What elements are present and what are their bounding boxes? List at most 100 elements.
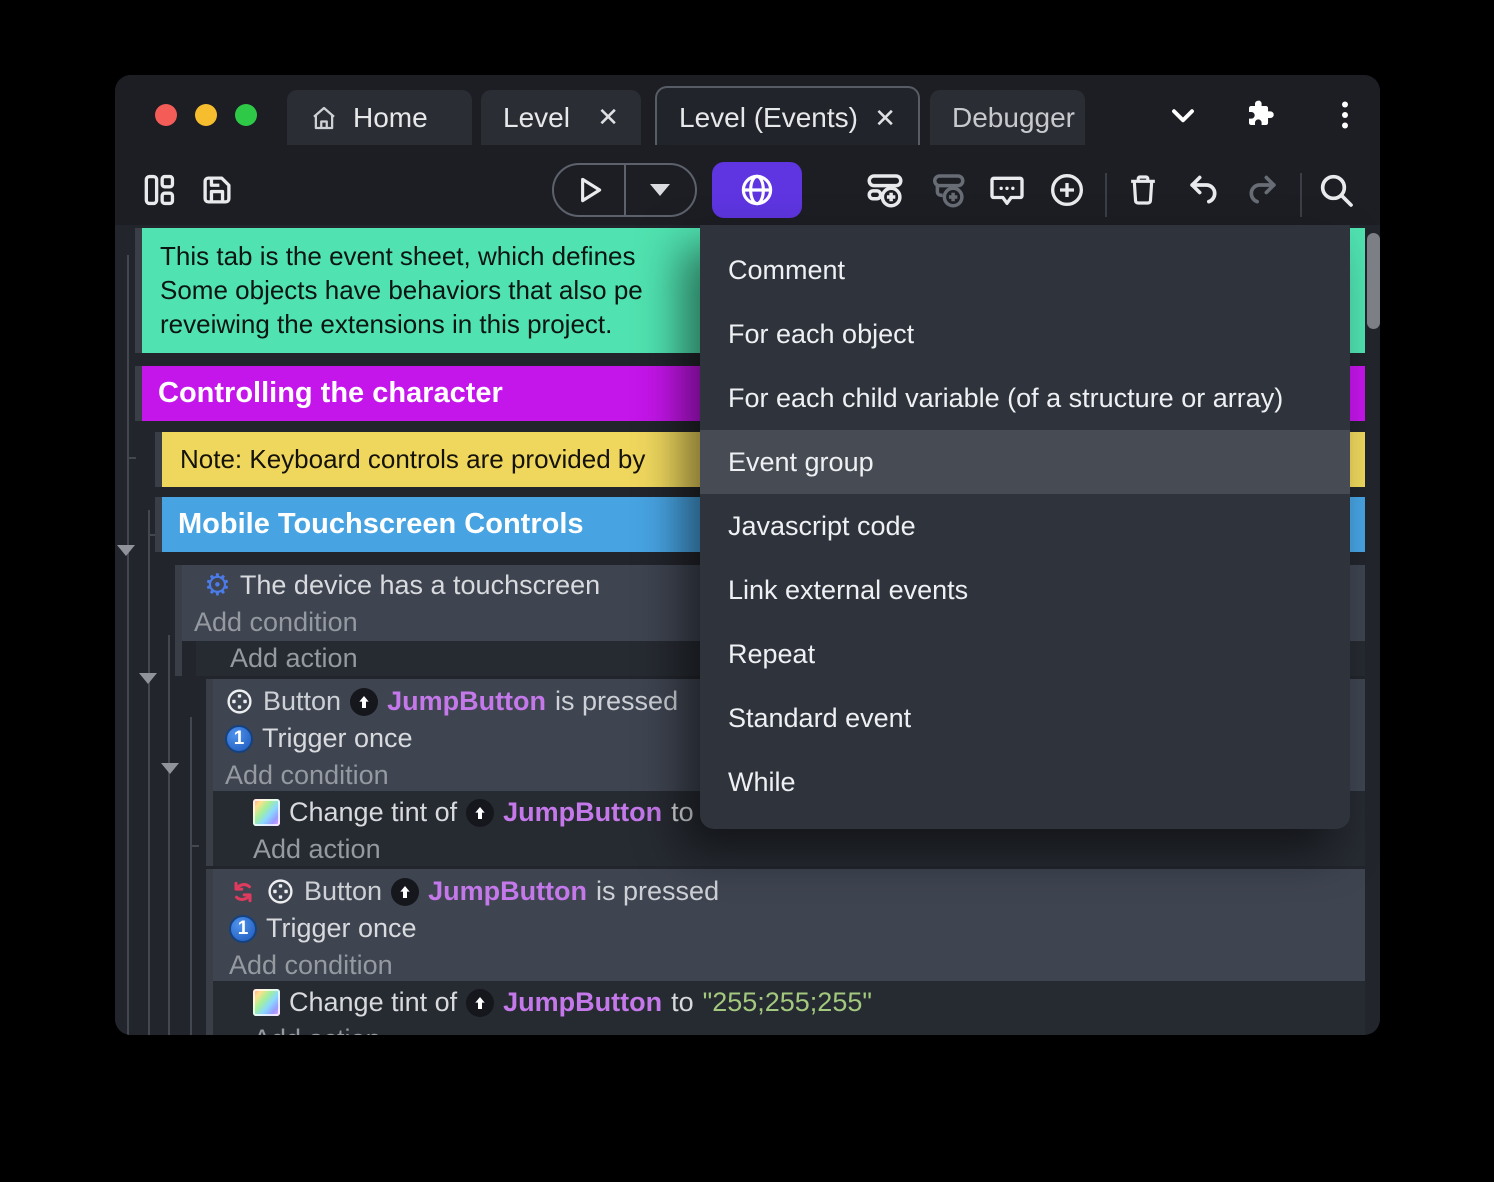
action-text: to [671, 797, 694, 827]
add-event-context-menu: Comment For each object For each child v… [700, 225, 1350, 829]
save-button[interactable] [195, 168, 239, 212]
add-action-link[interactable]: Add action [253, 1024, 381, 1035]
minimize-window-button[interactable] [195, 104, 217, 126]
search-icon [1316, 170, 1356, 210]
note-text: Note: Keyboard controls are provided by [180, 444, 646, 474]
add-condition-link[interactable]: Add condition [229, 950, 393, 981]
tab-debugger[interactable]: Debugger [930, 90, 1085, 145]
more-options-kebab-icon[interactable] [1327, 97, 1363, 133]
comment-bubble-icon [987, 170, 1027, 210]
object-name: JumpButton [387, 686, 547, 716]
condition-text: Button [263, 686, 342, 716]
undo-button[interactable] [1181, 168, 1225, 212]
add-condition-link[interactable]: Add condition [225, 760, 389, 791]
collapse-group-controlling-toggle[interactable] [117, 545, 135, 556]
delete-button[interactable] [1121, 168, 1165, 212]
tint-color-icon [253, 799, 280, 826]
menu-item-for-each-object[interactable]: For each object [700, 302, 1350, 366]
preview-play-button[interactable] [554, 165, 624, 215]
home-icon [309, 103, 339, 133]
caret-down-icon [650, 184, 671, 196]
vertical-scrollbar-thumb[interactable] [1367, 233, 1380, 329]
event-handle[interactable] [155, 497, 162, 552]
event-handle[interactable] [135, 366, 142, 421]
event-handle[interactable] [206, 679, 213, 866]
menu-item-event-group[interactable]: Event group [700, 430, 1350, 494]
condition-text: Trigger once [266, 913, 417, 943]
search-button[interactable] [1314, 168, 1358, 212]
toolbar-divider [1105, 173, 1107, 217]
event-jump2-actions[interactable]: Change tint of JumpButton to "255;255;25… [213, 981, 1365, 1035]
collapse-event-touchscreen-toggle[interactable] [161, 763, 179, 774]
preview-options-dropdown[interactable] [626, 165, 696, 215]
app-window: Home Level ✕ Level (Events) ✕ Debugger T… [115, 75, 1380, 1035]
event-handle[interactable] [135, 228, 142, 353]
group-title: Mobile Touchscreen Controls [178, 508, 584, 540]
close-tab-icon[interactable]: ✕ [597, 102, 619, 133]
add-event-button[interactable] [863, 168, 907, 212]
tree-tick [127, 457, 136, 459]
add-comment-button[interactable] [985, 168, 1029, 212]
add-action-link[interactable]: Add action [230, 643, 358, 674]
object-name: JumpButton [503, 797, 663, 827]
jumpbutton-object-icon [466, 798, 495, 827]
event-handle[interactable] [155, 432, 162, 487]
trigger-once-icon: 1 [229, 914, 257, 943]
tab-level-events[interactable]: Level (Events) ✕ [655, 86, 920, 148]
add-subevent-icon [926, 169, 968, 211]
close-window-button[interactable] [155, 104, 177, 126]
menu-item-comment[interactable]: Comment [700, 238, 1350, 302]
menu-item-link-external-events[interactable]: Link external events [700, 558, 1350, 622]
screen: Home Level ✕ Level (Events) ✕ Debugger T… [0, 0, 1494, 1182]
preview-split-button [552, 163, 697, 217]
event-jump2-conditions[interactable]: Button JumpButton is pressed 1 Trigger o… [213, 869, 1365, 981]
tab-label: Level (Events) [679, 102, 858, 133]
menu-item-javascript-code[interactable]: Javascript code [700, 494, 1350, 558]
extensions-puzzle-icon[interactable] [1243, 97, 1279, 133]
toolbar-divider [1300, 173, 1302, 217]
tab-label: Level [503, 101, 570, 133]
tab-level[interactable]: Level ✕ [481, 90, 641, 145]
indent-guide [168, 635, 170, 1035]
menu-item-repeat[interactable]: Repeat [700, 622, 1350, 686]
inverted-condition-icon [229, 878, 257, 906]
menu-item-while[interactable]: While [700, 750, 1350, 814]
add-condition-link[interactable]: Add condition [194, 607, 358, 638]
action-value: "255;255;255" [702, 987, 872, 1017]
open-events-function-globe-button[interactable] [712, 162, 802, 218]
tab-home[interactable]: Home [287, 90, 472, 145]
tab-label: Debugger [952, 101, 1075, 133]
layout-columns-icon [140, 171, 178, 209]
add-action-link[interactable]: Add action [253, 834, 381, 865]
menu-item-standard-event[interactable]: Standard event [700, 686, 1350, 750]
gear-icon: ⚙ [204, 568, 231, 602]
chevron-down-icon[interactable] [1165, 97, 1201, 133]
add-event-icon [864, 169, 906, 211]
add-new-button[interactable] [1045, 168, 1089, 212]
tint-color-icon [253, 989, 280, 1016]
action-text: to [671, 987, 694, 1017]
collapse-group-mobile-toggle[interactable] [139, 673, 157, 684]
condition-text: Button [304, 876, 383, 906]
redo-icon [1243, 170, 1283, 210]
redo-button[interactable] [1241, 168, 1285, 212]
gamepad-button-icon [266, 877, 295, 906]
add-subevent-button[interactable] [925, 168, 969, 212]
condition-text: is pressed [596, 876, 720, 906]
close-tab-icon[interactable]: ✕ [874, 103, 896, 134]
condition-text: The device has a touchscreen [239, 570, 601, 600]
jumpbutton-object-icon [391, 877, 420, 906]
toggle-panels-button[interactable] [137, 168, 181, 212]
condition-text: is pressed [555, 686, 679, 716]
play-icon [572, 173, 606, 207]
indent-guide [148, 510, 150, 1035]
event-handle[interactable] [206, 869, 213, 1035]
jumpbutton-object-icon [350, 687, 379, 716]
indent-guide [127, 255, 129, 1035]
event-handle[interactable] [175, 565, 182, 676]
gamepad-button-icon [225, 687, 254, 716]
zoom-window-button[interactable] [235, 104, 257, 126]
action-text: Change tint of [289, 987, 458, 1017]
menu-item-for-each-child-variable[interactable]: For each child variable (of a structure … [700, 366, 1350, 430]
toolbar [115, 145, 1380, 225]
